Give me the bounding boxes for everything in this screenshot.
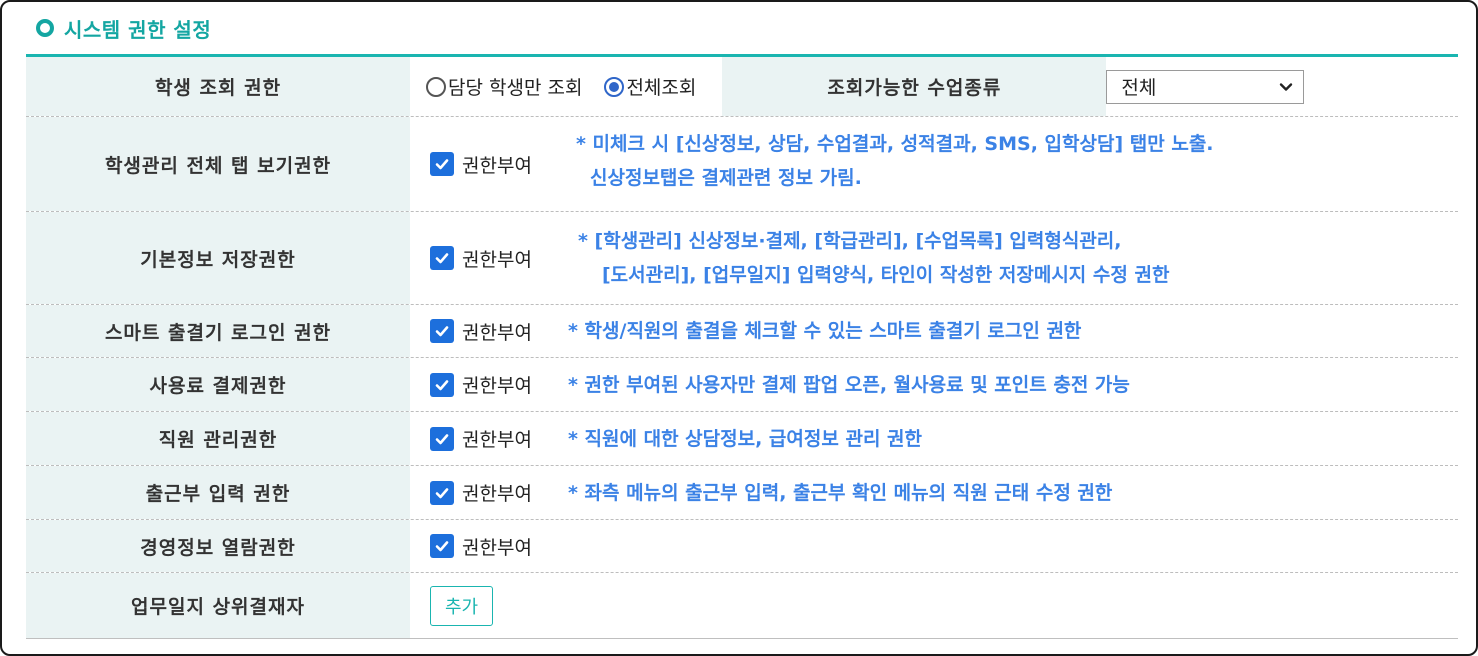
checkbox-label: 권한부여 (462, 321, 532, 344)
row-value: 담당 학생만 조회 전체조회 조회가능한 수업종류 전체 (410, 57, 1458, 116)
note-line-1: * [학생관리] 신상정보·결제, [학급관리], [수업목록] 입력형식관리, (578, 230, 1122, 252)
note-text: * 좌측 메뉴의 출근부 입력, 출근부 확인 메뉴의 직원 근태 수정 권한 (568, 481, 1113, 504)
radio-option-all[interactable]: 전체조회 (604, 73, 696, 100)
checkbox-checked-icon[interactable] (430, 534, 454, 558)
table-row-management-view: 경영정보 열람권한 권한부여 (26, 520, 1458, 573)
row-label: 스마트 출결기 로그인 권한 (26, 305, 410, 357)
checkbox-checked-icon[interactable] (430, 246, 454, 270)
note-line-2: [도서관리], [업무일지] 입력양식, 타인이 작성한 저장메시지 수정 권한 (602, 264, 1170, 286)
radio-checked-icon[interactable] (604, 76, 625, 97)
note-text: * 권한 부여된 사용자만 결제 팝업 오픈, 월사용료 및 포인트 충전 가능 (568, 373, 1130, 396)
circle-bullet-icon (36, 19, 54, 37)
note-line-2: 신상정보탭은 결제관련 정보 가림. (590, 167, 862, 189)
grant-checkbox[interactable]: 권한부여 (430, 533, 568, 560)
row-label: 업무일지 상위결재자 (26, 573, 410, 638)
row-value: 권한부여 * 학생/직원의 출결을 체크할 수 있는 스마트 출결기 로그인 권… (410, 305, 1458, 357)
row-value: 권한부여 * 미체크 시 [신상정보, 상담, 수업결과, 성적결과, SMS,… (410, 117, 1458, 211)
row-label: 기본정보 저장권한 (26, 212, 410, 304)
table-row-attendance-input: 출근부 입력 권한 권한부여 * 좌측 메뉴의 출근부 입력, 출근부 확인 메… (26, 466, 1458, 520)
checkbox-label: 권한부여 (462, 429, 532, 451)
row-label: 학생관리 전체 탭 보기권한 (26, 117, 410, 211)
settings-panel: 시스템 권한 설정 학생 조회 권한 담당 학생만 조회 전체조회 조회가능한 … (0, 0, 1478, 656)
chevron-down-icon (1280, 82, 1293, 91)
radio-option-assigned-only[interactable]: 담당 학생만 조회 (426, 73, 582, 100)
add-approver-button[interactable]: 추가 (430, 585, 494, 626)
note-text: * [학생관리] 신상정보·결제, [학급관리], [수업목록] 입력형식관리,… (576, 224, 1169, 292)
row-label: 경영정보 열람권한 (26, 520, 410, 572)
student-view-radio-group: 담당 학생만 조회 전체조회 (426, 73, 718, 100)
radio-unchecked-icon[interactable] (426, 76, 446, 97)
table-row-staff-manage: 직원 관리권한 권한부여 * 직원에 대한 상담정보, 급여정보 관리 권한 (26, 412, 1458, 466)
grant-checkbox[interactable]: 권한부여 (430, 371, 568, 398)
checkbox-checked-icon[interactable] (430, 426, 454, 451)
section-title: 시스템 권한 설정 (64, 17, 212, 42)
note-text: * 학생/직원의 출결을 체크할 수 있는 스마트 출결기 로그인 권한 (568, 320, 1082, 342)
section-header: 시스템 권한 설정 (36, 14, 211, 42)
checkbox-label: 권한부여 (462, 248, 532, 271)
table-row-tab-all: 학생관리 전체 탭 보기권한 권한부여 * 미체크 시 [신상정보, 상담, 수… (26, 117, 1458, 212)
class-type-cell: 전체 (1106, 69, 1458, 104)
grant-checkbox[interactable]: 권한부여 (430, 425, 568, 452)
radio-label: 담당 학생만 조회 (448, 77, 583, 99)
note-text: * 미체크 시 [신상정보, 상담, 수업결과, 성적결과, SMS, 입학상담… (576, 127, 1214, 195)
table-row-basic-save: 기본정보 저장권한 권한부여 * [학생관리] 신상정보·결제, [학급관리],… (26, 212, 1458, 305)
checkbox-label: 권한부여 (462, 375, 532, 397)
row-label: 사용료 결제권한 (26, 358, 410, 411)
row-value: 권한부여 * 직원에 대한 상담정보, 급여정보 관리 권한 (410, 412, 1458, 465)
checkbox-label: 권한부여 (462, 483, 532, 505)
checkbox-checked-icon[interactable] (430, 152, 454, 176)
checkbox-label: 권한부여 (462, 154, 532, 177)
row-value: 추가 (410, 573, 1458, 638)
grant-checkbox[interactable]: 권한부여 (430, 245, 576, 272)
permission-table: 학생 조회 권한 담당 학생만 조회 전체조회 조회가능한 수업종류 전체 학생… (26, 54, 1458, 639)
row-value: 권한부여 * 권한 부여된 사용자만 결제 팝업 오픈, 월사용료 및 포인트 … (410, 358, 1458, 411)
table-row-student-view: 학생 조회 권한 담당 학생만 조회 전체조회 조회가능한 수업종류 전체 (26, 57, 1458, 117)
row-value: 권한부여 * 좌측 메뉴의 출근부 입력, 출근부 확인 메뉴의 직원 근태 수… (410, 466, 1458, 519)
table-row-smart-attendance: 스마트 출결기 로그인 권한 권한부여 * 학생/직원의 출결을 체크할 수 있… (26, 305, 1458, 358)
note-line-1: * 미체크 시 [신상정보, 상담, 수업결과, 성적결과, SMS, 입학상담… (576, 133, 1214, 155)
class-type-label: 조회가능한 수업종류 (722, 57, 1107, 116)
checkbox-label: 권한부여 (462, 536, 532, 559)
checkbox-checked-icon[interactable] (430, 480, 454, 505)
grant-checkbox[interactable]: 권한부여 (430, 479, 568, 506)
row-label: 학생 조회 권한 (26, 57, 410, 116)
checkbox-checked-icon[interactable] (430, 372, 454, 397)
select-value: 전체 (1121, 77, 1157, 99)
table-row-fee-payment: 사용료 결제권한 권한부여 * 권한 부여된 사용자만 결제 팝업 오픈, 월사… (26, 358, 1458, 412)
checkbox-checked-icon[interactable] (430, 319, 454, 343)
row-value: 권한부여 (410, 520, 1458, 572)
radio-label: 전체조회 (626, 77, 697, 99)
note-text: * 직원에 대한 상담정보, 급여정보 관리 권한 (568, 427, 923, 450)
grant-checkbox[interactable]: 권한부여 (430, 318, 568, 345)
row-label: 직원 관리권한 (26, 412, 410, 465)
row-value: 권한부여 * [학생관리] 신상정보·결제, [학급관리], [수업목록] 입력… (410, 212, 1458, 304)
class-type-select[interactable]: 전체 (1106, 69, 1305, 104)
row-label: 출근부 입력 권한 (26, 466, 410, 519)
table-row-work-log-approver: 업무일지 상위결재자 추가 (26, 573, 1458, 638)
grant-checkbox[interactable]: 권한부여 (430, 151, 576, 178)
